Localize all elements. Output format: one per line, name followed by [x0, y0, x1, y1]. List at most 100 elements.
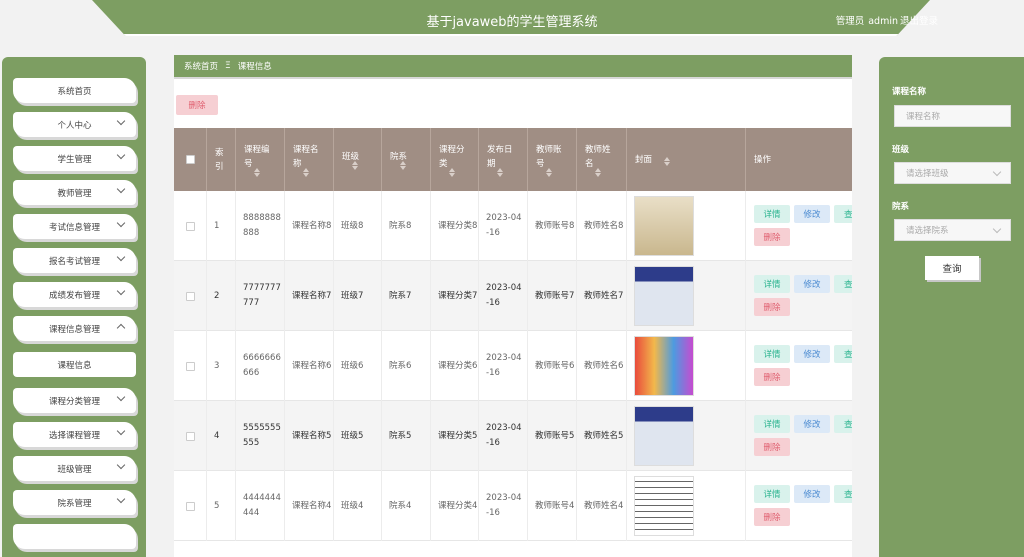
edit-button[interactable]: 修改	[794, 485, 830, 503]
header-index[interactable]: 索引	[207, 128, 236, 191]
view-button[interactable]: 查	[834, 485, 852, 503]
cell-name: 课程名称4	[285, 471, 334, 541]
view-button[interactable]: 查	[834, 275, 852, 293]
row-checkbox[interactable]	[185, 361, 195, 371]
sidebar-item-course-category[interactable]: 课程分类管理	[13, 388, 136, 413]
row-checkbox[interactable]	[185, 291, 195, 301]
cover-image[interactable]	[634, 266, 694, 326]
delete-button[interactable]: 删除	[754, 508, 790, 526]
sidebar-item-next[interactable]	[13, 524, 136, 549]
cell-text: 课程名称6	[292, 360, 332, 371]
cell-text: 班级5	[341, 430, 364, 441]
sidebar-item-teachers[interactable]: 教师管理	[13, 180, 136, 205]
cover-image[interactable]	[634, 196, 694, 256]
cell-teacher-no: 教师账号5	[528, 401, 577, 471]
sidebar-item-students[interactable]: 学生管理	[13, 146, 136, 171]
row-checkbox[interactable]	[185, 431, 195, 441]
header-dept[interactable]: 院系	[382, 128, 431, 191]
delete-button[interactable]: 删除	[754, 228, 790, 246]
delete-button[interactable]: 删除	[754, 368, 790, 386]
cell-date: 2023-04-16	[479, 331, 528, 401]
cell-teacher-name: 教师姓名4	[577, 471, 627, 541]
cell-index: 2	[207, 261, 236, 331]
query-button[interactable]: 查询	[925, 256, 979, 280]
sidebar-item-course-selection[interactable]: 选择课程管理	[13, 422, 136, 447]
sidebar-item-label: 系统首页	[57, 86, 92, 97]
sort-icon[interactable]	[303, 167, 309, 177]
cell-text: 课程名称7	[292, 290, 332, 301]
sort-icon[interactable]	[546, 167, 552, 177]
sidebar-subitem-course-info[interactable]: 课程信息	[13, 352, 136, 377]
cell-text: 2023-04-16	[486, 493, 522, 518]
cell-text: 院系7	[389, 290, 412, 301]
view-button[interactable]: 查	[834, 345, 852, 363]
cell-text: 4444444444	[243, 493, 281, 518]
cell-text: 教师姓名4	[584, 500, 624, 511]
detail-button[interactable]: 详情	[754, 415, 790, 433]
chevron-down-icon	[992, 224, 1002, 234]
header-date[interactable]: 发布日期	[479, 128, 528, 191]
batch-delete-button[interactable]: 删除	[176, 95, 218, 115]
select-all-checkbox[interactable]	[185, 155, 195, 164]
detail-button[interactable]: 详情	[754, 345, 790, 363]
sidebar-item-exam-registration[interactable]: 报名考试管理	[13, 248, 136, 273]
header-code[interactable]: 课程编号	[236, 128, 285, 191]
cell-text: 8888888888	[243, 213, 281, 238]
delete-button[interactable]: 删除	[754, 438, 790, 456]
cell-teacher-no: 教师账号4	[528, 471, 577, 541]
cell-name: 课程名称7	[285, 261, 334, 331]
cell-text: 课程分类4	[438, 500, 478, 511]
dept-select[interactable]: 请选择院系	[894, 219, 1011, 241]
breadcrumb-home[interactable]: 系统首页	[184, 60, 218, 72]
sort-icon[interactable]	[449, 167, 455, 177]
delete-button[interactable]: 删除	[754, 298, 790, 316]
cover-image[interactable]	[634, 336, 694, 396]
row-checkbox[interactable]	[185, 501, 195, 511]
cell-text: 班级8	[341, 220, 364, 231]
header-label: 课程名称	[293, 144, 319, 169]
cell-text: 班级6	[341, 360, 364, 371]
sort-icon[interactable]	[352, 160, 358, 170]
edit-button[interactable]: 修改	[794, 415, 830, 433]
cell-text: 课程分类8	[438, 220, 478, 231]
chevron-down-icon	[116, 184, 126, 194]
chevron-down-icon	[116, 218, 126, 228]
row-checkbox[interactable]	[185, 221, 195, 231]
table-row: 1 8888888888 课程名称8 班级8 院系8 课程分类8 2023-04-16 教师账…	[174, 191, 852, 261]
view-button[interactable]: 查	[834, 415, 852, 433]
cell-text: 班级4	[341, 500, 364, 511]
sidebar-item-exam-info[interactable]: 考试信息管理	[13, 214, 136, 239]
search-panel: 课程名称 课程名称 班级 请选择班级 院系 请选择院系 查询	[879, 57, 1024, 557]
cell-code: 8888888888	[236, 191, 285, 261]
sort-icon[interactable]	[595, 167, 601, 177]
detail-button[interactable]: 详情	[754, 485, 790, 503]
detail-button[interactable]: 详情	[754, 275, 790, 293]
header-cover[interactable]: 封面	[627, 128, 746, 191]
view-button[interactable]: 查	[834, 205, 852, 223]
header-teacher-name[interactable]: 教师姓名	[577, 128, 627, 191]
course-name-input[interactable]: 课程名称	[894, 105, 1011, 127]
class-select[interactable]: 请选择班级	[894, 162, 1011, 184]
edit-button[interactable]: 修改	[794, 275, 830, 293]
cover-image[interactable]	[634, 476, 694, 536]
logout-link[interactable]: 退出登录	[900, 13, 938, 27]
sort-icon[interactable]	[497, 167, 503, 177]
sort-icon[interactable]	[254, 167, 260, 177]
sidebar-item-grades[interactable]: 成绩发布管理	[13, 282, 136, 307]
cover-image[interactable]	[634, 406, 694, 466]
sidebar-item-departments[interactable]: 院系管理	[13, 490, 136, 515]
edit-button[interactable]: 修改	[794, 205, 830, 223]
cell-text: 7777777777	[243, 283, 281, 308]
header-category[interactable]: 课程分类	[431, 128, 479, 191]
edit-button[interactable]: 修改	[794, 345, 830, 363]
sort-icon[interactable]	[400, 160, 406, 170]
sidebar-item-course-info-mgmt[interactable]: 课程信息管理	[13, 316, 136, 341]
sidebar-item-home[interactable]: 系统首页	[13, 78, 136, 103]
detail-button[interactable]: 详情	[754, 205, 790, 223]
sidebar-item-profile[interactable]: 个人中心	[13, 112, 136, 137]
header-class[interactable]: 班级	[334, 128, 382, 191]
header-teacher-no[interactable]: 教师账号	[528, 128, 577, 191]
header-name[interactable]: 课程名称	[285, 128, 334, 191]
sort-icon[interactable]	[664, 157, 670, 166]
sidebar-item-classes[interactable]: 班级管理	[13, 456, 136, 481]
